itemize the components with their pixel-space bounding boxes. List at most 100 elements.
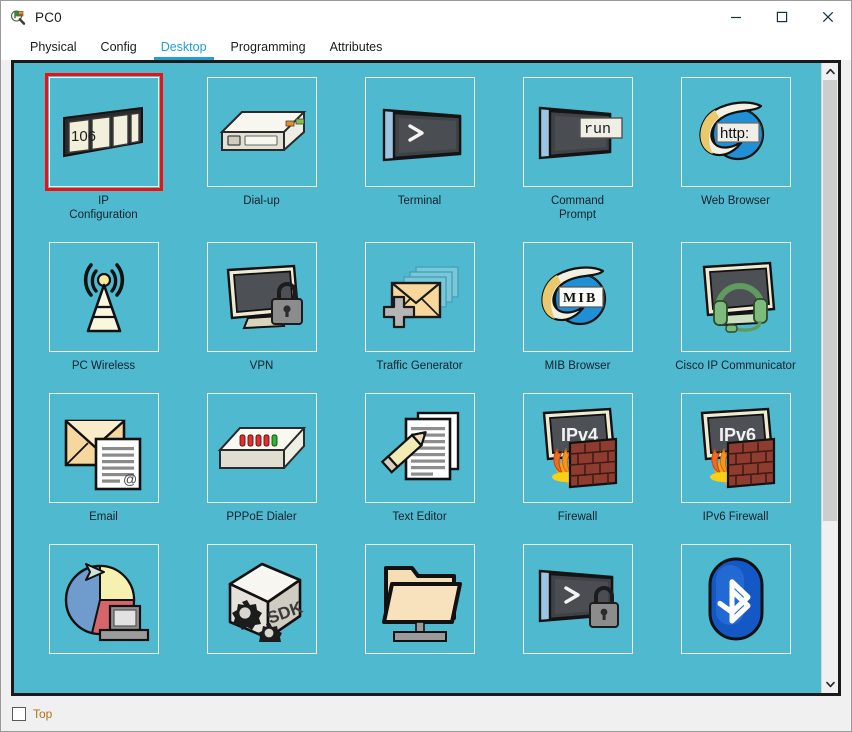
tab-programming[interactable]: Programming [219, 38, 318, 60]
desktop-item-traffic-generator[interactable]: Traffic Generator [341, 242, 499, 373]
desktop-item-tile [206, 242, 317, 352]
desktop-item-label: Traffic Generator [376, 360, 463, 372]
scroll-up-button[interactable] [822, 63, 838, 80]
title-bar: PC0 [1, 1, 851, 33]
web-browser-icon: http: [698, 101, 764, 161]
desktop-item-sdk[interactable]: SDK [183, 544, 341, 661]
tab-attributes-label: Attributes [329, 40, 383, 54]
mib-label-text: MIB [563, 291, 598, 306]
desktop-item-firewall[interactable]: IPv4 Firewall [499, 393, 657, 524]
secure-terminal-icon [538, 569, 619, 628]
desktop-item-tile: IPv4 [522, 393, 633, 503]
desktop-item-label: Command Prompt [550, 195, 605, 221]
title-bar-left: PC0 [1, 9, 62, 26]
tab-config-label: Config [100, 40, 137, 54]
desktop-panel: 106 IP Configuration Dial-up Terminal ru… [14, 63, 821, 693]
desktop-item-terminal[interactable]: Terminal [341, 77, 499, 222]
desktop-item-vpn[interactable]: VPN [183, 242, 341, 373]
chevron-up-icon [825, 68, 835, 75]
bluetooth-icon [708, 557, 763, 641]
desktop-item-tile [522, 544, 633, 654]
tab-programming-label: Programming [230, 40, 306, 54]
desktop-item-label: IPv6 Firewall [702, 511, 769, 523]
desktop-item-tile [364, 544, 475, 654]
desktop-item-ip-configuration[interactable]: 106 IP Configuration [25, 73, 183, 222]
desktop-item-label: Dial-up [243, 195, 280, 207]
desktop-item-tile [206, 393, 317, 503]
email-at-text: @ [123, 471, 137, 487]
desktop-item-label: IP Configuration [69, 195, 138, 221]
minimize-icon [731, 16, 741, 19]
tab-desktop[interactable]: Desktop [149, 38, 219, 60]
close-icon [822, 11, 834, 23]
tab-physical-label: Physical [30, 40, 77, 54]
window-controls [713, 1, 851, 33]
desktop-item-ipv6-firewall[interactable]: IPv6 IPv6 Firewall [657, 393, 815, 524]
desktop-item-tile: http: [680, 77, 791, 187]
desktop-item-tile: 106 [44, 73, 163, 191]
terminal-icon [382, 108, 461, 162]
tab-bar: Physical Config Desktop Programming Attr… [1, 33, 851, 60]
email-icon: @ [64, 419, 141, 491]
desktop-item-tile: SDK [206, 544, 317, 654]
desktop-item-secure-terminal[interactable] [499, 544, 657, 661]
desktop-item-label: MIB Browser [544, 360, 611, 372]
mib-browser-icon: MIB [540, 266, 606, 326]
minimize-button[interactable] [713, 1, 759, 33]
ip-configuration-icon: 106 [62, 106, 143, 158]
tab-config[interactable]: Config [89, 38, 149, 60]
desktop-item-web-browser[interactable]: http: Web Browser [657, 77, 815, 222]
scrollbar-track[interactable] [822, 80, 838, 676]
desktop-item-pc-wireless[interactable]: PC Wireless [25, 242, 183, 373]
desktop-item-cisco-ip-communicator[interactable]: Cisco IP Communicator [657, 242, 815, 373]
scroll-down-button[interactable] [822, 676, 838, 693]
desktop-item-label: Email [89, 511, 118, 523]
vertical-scrollbar[interactable] [821, 63, 838, 693]
desktop-item-text-editor[interactable]: Text Editor [341, 393, 499, 524]
content-area: 106 IP Configuration Dial-up Terminal ru… [1, 60, 851, 696]
desktop-item-tile: MIB [522, 242, 633, 352]
desktop-item-tile: IPv6 [680, 393, 791, 503]
desktop-icon-grid: 106 IP Configuration Dial-up Terminal ru… [14, 73, 821, 661]
desktop-item-mib-browser[interactable]: MIB MIB Browser [499, 242, 657, 373]
pc-wireless-icon [83, 263, 124, 333]
desktop-item-label: PPPoE Dialer [226, 511, 297, 523]
top-checkbox[interactable] [12, 706, 26, 721]
text-editor-icon [380, 411, 459, 481]
firewall-icon: IPv4 [542, 407, 617, 489]
desktop-item-traffic-analysis[interactable] [25, 544, 183, 661]
desktop-item-pppoe-dialer[interactable]: PPPoE Dialer [183, 393, 341, 524]
desktop-item-label: PC Wireless [71, 360, 136, 372]
web-browser-http-text: http: [720, 125, 749, 142]
tab-physical[interactable]: Physical [18, 38, 89, 60]
vpn-icon [226, 264, 303, 330]
desktop-item-tile: @ [48, 393, 159, 503]
desktop-item-label: Cisco IP Communicator [675, 360, 796, 372]
desktop-item-command-prompt[interactable]: run Command Prompt [499, 77, 657, 222]
ipv6-firewall-icon: IPv6 [700, 407, 775, 489]
status-bar: Top [1, 696, 851, 731]
desktop-item-tile [206, 77, 317, 187]
desktop-item-file-manager[interactable] [341, 544, 499, 661]
scrollbar-thumb[interactable] [823, 80, 837, 522]
close-button[interactable] [805, 1, 851, 33]
maximize-button[interactable] [759, 1, 805, 33]
tab-desktop-label: Desktop [160, 40, 207, 54]
desktop-item-dial-up[interactable]: Dial-up [183, 77, 341, 222]
desktop-item-bluetooth[interactable] [657, 544, 815, 661]
desktop-item-tile [364, 77, 475, 187]
desktop-item-label: Text Editor [392, 511, 447, 523]
desktop-item-label: Terminal [397, 195, 442, 207]
desktop-item-email[interactable]: @ Email [25, 393, 183, 524]
dial-up-icon [219, 111, 306, 151]
tab-attributes[interactable]: Attributes [318, 38, 395, 60]
desktop-item-tile [364, 393, 475, 503]
desktop-item-tile: run [522, 77, 633, 187]
command-prompt-run-text: run [584, 121, 611, 138]
sdk-icon: SDK [228, 562, 305, 642]
desktop-item-label: VPN [249, 360, 274, 372]
cisco-ip-communicator-icon [702, 261, 775, 333]
traffic-analysis-icon [64, 563, 149, 642]
chevron-down-icon [825, 681, 835, 688]
pc0-window: PC0 Physical Config Desktop Programming … [0, 0, 852, 732]
